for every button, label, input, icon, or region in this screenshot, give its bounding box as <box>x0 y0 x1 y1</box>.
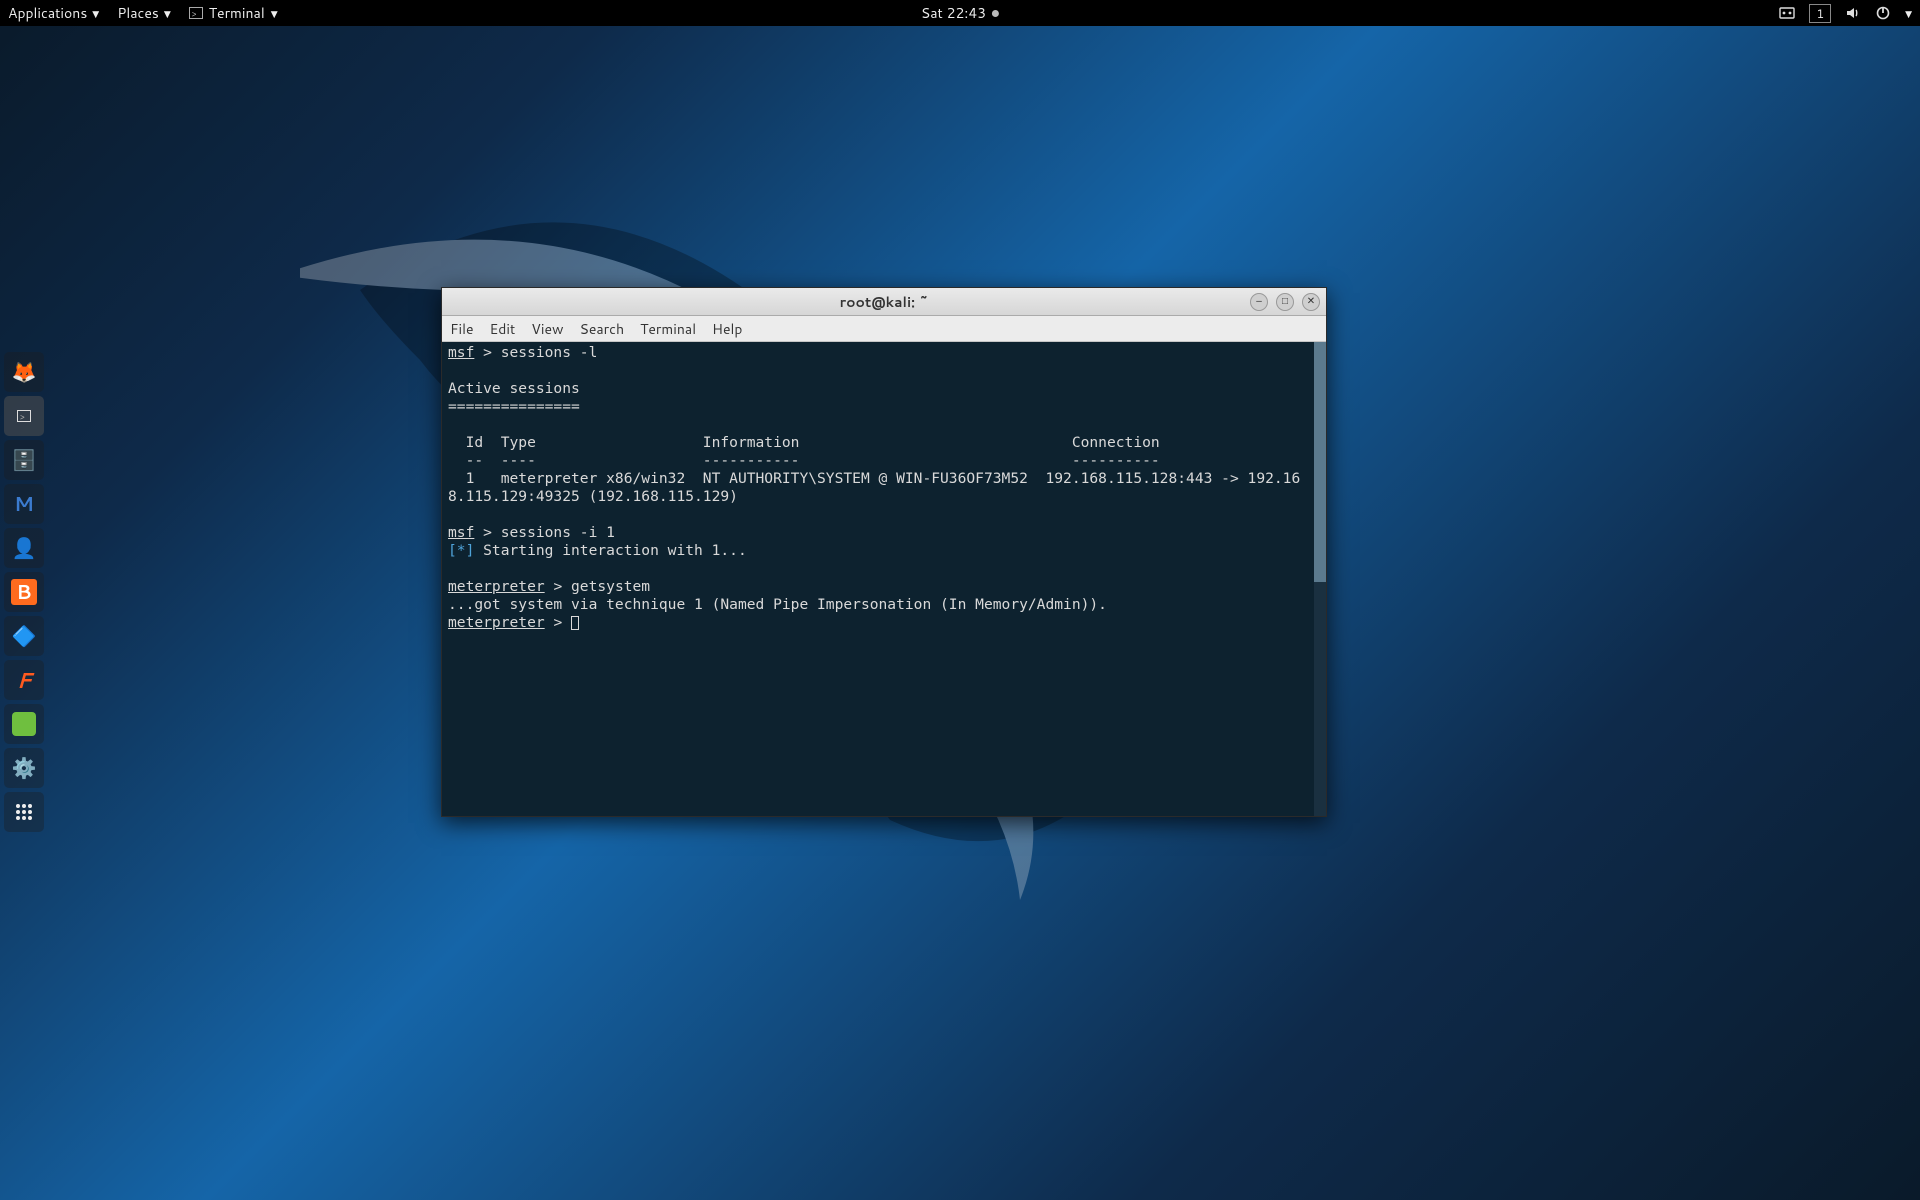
minimize-icon: – <box>1256 296 1262 307</box>
terminal-window: root@kali: ~ – □ ✕ File Edit View Search… <box>441 287 1327 817</box>
top-bar: Applications ▼ Places ▼ Terminal ▼ Sat 2… <box>0 0 1920 26</box>
chevron-down-icon: ▼ <box>92 7 99 20</box>
terminal-output: msf > sessions -l Active sessions ======… <box>442 342 1326 634</box>
cursor-icon <box>571 616 579 630</box>
clock-text: Sat 22:43 <box>921 3 986 23</box>
armitage-icon: 👤 <box>12 534 37 562</box>
terminal-icon <box>189 7 203 19</box>
terminal-app-menu[interactable]: Terminal ▼ <box>189 3 278 23</box>
dock-show-apps[interactable] <box>4 792 44 832</box>
dock-files[interactable]: 🗄️ <box>4 440 44 480</box>
chevron-down-icon: ▼ <box>164 7 171 20</box>
scrollbar-track[interactable] <box>1314 342 1326 816</box>
files-icon: 🗄️ <box>12 446 37 474</box>
dock-terminal[interactable] <box>4 396 44 436</box>
maximize-icon: □ <box>1282 296 1288 307</box>
dock-fuzzer[interactable]: F <box>4 660 44 700</box>
applications-label: Applications <box>8 3 87 23</box>
window-title: root@kali: ~ <box>840 292 929 312</box>
dock-armitage[interactable]: 👤 <box>4 528 44 568</box>
notes-icon <box>12 712 36 736</box>
terminal-icon <box>17 410 31 422</box>
firefox-icon: 🦊 <box>12 358 37 386</box>
burp-icon: B <box>11 579 37 605</box>
tweaks-icon: ⚙️ <box>12 754 37 782</box>
dock-tweaks[interactable]: ⚙️ <box>4 748 44 788</box>
close-icon: ✕ <box>1307 296 1315 307</box>
clock[interactable]: Sat 22:43 <box>921 3 999 23</box>
menubar: File Edit View Search Terminal Help <box>442 316 1326 342</box>
places-menu[interactable]: Places ▼ <box>117 3 171 23</box>
dock: 🦊 🗄️ M 👤 B 🔷 F ⚙️ <box>0 348 48 836</box>
volume-icon[interactable] <box>1845 5 1861 21</box>
menu-view[interactable]: View <box>531 319 563 339</box>
workspace-indicator[interactable]: 1 <box>1809 4 1831 23</box>
menu-file[interactable]: File <box>450 319 474 339</box>
dock-metasploit[interactable]: M <box>4 484 44 524</box>
dock-notes[interactable] <box>4 704 44 744</box>
chevron-down-icon: ▼ <box>271 7 278 20</box>
minimize-button[interactable]: – <box>1250 293 1268 311</box>
power-icon[interactable] <box>1875 5 1891 21</box>
places-label: Places <box>117 3 159 23</box>
menu-help[interactable]: Help <box>712 319 742 339</box>
maximize-button[interactable]: □ <box>1276 293 1294 311</box>
chevron-down-icon[interactable]: ▼ <box>1905 7 1912 20</box>
menu-edit[interactable]: Edit <box>490 319 516 339</box>
maltego-icon: 🔷 <box>12 622 37 650</box>
fuzzer-icon: F <box>16 665 31 696</box>
record-indicator-icon <box>992 10 999 17</box>
close-button[interactable]: ✕ <box>1302 293 1320 311</box>
dock-burpsuite[interactable]: B <box>4 572 44 612</box>
terminal-body[interactable]: msf > sessions -l Active sessions ======… <box>442 342 1326 816</box>
screencast-icon[interactable] <box>1779 5 1795 21</box>
dock-maltego[interactable]: 🔷 <box>4 616 44 656</box>
menu-terminal[interactable]: Terminal <box>640 319 696 339</box>
applications-menu[interactable]: Applications ▼ <box>8 3 99 23</box>
grid-icon <box>15 803 33 821</box>
terminal-menu-label: Terminal <box>209 3 265 23</box>
scrollbar-thumb[interactable] <box>1314 342 1326 582</box>
dock-firefox[interactable]: 🦊 <box>4 352 44 392</box>
titlebar[interactable]: root@kali: ~ – □ ✕ <box>442 288 1326 316</box>
menu-search[interactable]: Search <box>580 319 625 339</box>
metasploit-icon: M <box>14 490 34 518</box>
